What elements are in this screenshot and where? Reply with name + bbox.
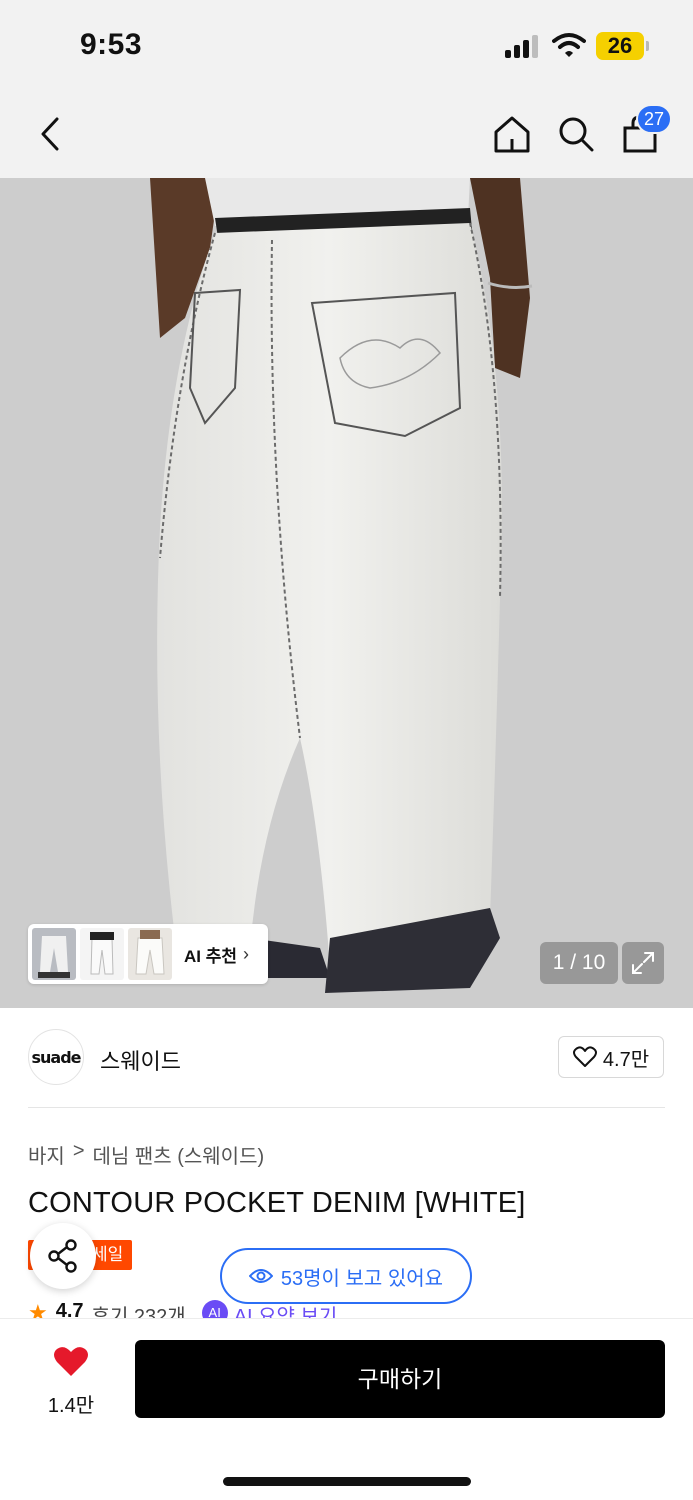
expand-icon	[632, 952, 654, 974]
breadcrumb-category[interactable]: 바지	[28, 1140, 65, 1169]
home-indicator	[223, 1477, 471, 1486]
viewers-label: 53명이 보고 있어요	[280, 1267, 444, 1290]
brand-logo[interactable]: suade	[28, 1029, 84, 1085]
wifi-icon	[552, 33, 586, 57]
share-icon	[48, 1239, 77, 1273]
heart-outline-icon	[572, 1046, 597, 1067]
breadcrumb-separator: >	[72, 1140, 85, 1162]
image-pager: 1 / 10	[540, 942, 618, 984]
buy-button[interactable]: 구매하기	[135, 1340, 665, 1418]
battery-tip	[646, 41, 649, 51]
breadcrumb: 바지 > 데님 팬츠 (스웨이드)	[28, 1140, 264, 1169]
wishlist-count: 1.4만	[47, 1395, 95, 1417]
status-time: 9:53	[80, 28, 143, 61]
thumbnail-2[interactable]	[80, 928, 124, 980]
share-button[interactable]	[30, 1223, 96, 1289]
search-button[interactable]	[554, 90, 598, 178]
home-icon	[494, 116, 530, 153]
thumbnail-3[interactable]	[128, 928, 172, 980]
product-title: CONTOUR POCKET DENIM [WHITE]	[28, 1187, 526, 1219]
ai-badge: AI	[201, 1300, 228, 1320]
top-nav	[0, 90, 693, 178]
ai-recommend-label: AI 추천	[184, 946, 238, 966]
review-count[interactable]: 후기 232개	[92, 1300, 186, 1320]
eye-icon	[248, 1269, 273, 1283]
breadcrumb-subcategory[interactable]: 데님 팬츠 (스웨이드)	[93, 1140, 265, 1169]
brand-logo-text: suade	[31, 1047, 81, 1067]
brand-name[interactable]: 스웨이드	[100, 1044, 181, 1076]
rating-score: 4.7	[55, 1300, 84, 1320]
back-chevron-icon	[41, 117, 59, 151]
ai-summary-chip[interactable]: AI AI 요약 보기	[201, 1300, 338, 1320]
product-image[interactable]	[0, 178, 693, 1008]
back-button[interactable]	[28, 90, 72, 178]
ai-summary-label: AI 요약 보기	[233, 1306, 338, 1320]
rating-row: ★ 4.7 후기 232개 AI AI 요약 보기	[28, 1300, 428, 1320]
home-button[interactable]	[490, 90, 534, 178]
star-icon: ★	[28, 1300, 48, 1320]
status-bar: 9:53 26	[0, 0, 693, 90]
wishlist-button[interactable]: 1.4만	[36, 1346, 106, 1418]
heart-filled-icon	[54, 1347, 88, 1376]
brand-like-count: 4.7만	[602, 1048, 650, 1071]
divider	[28, 1107, 665, 1108]
cart-count-badge: 27	[636, 104, 673, 134]
expand-button[interactable]	[622, 942, 664, 984]
thumbnail-1[interactable]	[32, 928, 76, 980]
chevron-right-icon: ›	[243, 943, 250, 964]
ai-recommend-strip[interactable]: AI 추천 ›	[28, 924, 268, 984]
brand-like-button[interactable]: 4.7만	[558, 1036, 664, 1078]
product-photo	[0, 178, 693, 1008]
battery-indicator: 26	[596, 32, 644, 60]
viewers-indicator: 53명이 보고 있어요	[220, 1248, 472, 1304]
cellular-signal-icon	[505, 34, 541, 58]
search-icon	[559, 117, 594, 152]
